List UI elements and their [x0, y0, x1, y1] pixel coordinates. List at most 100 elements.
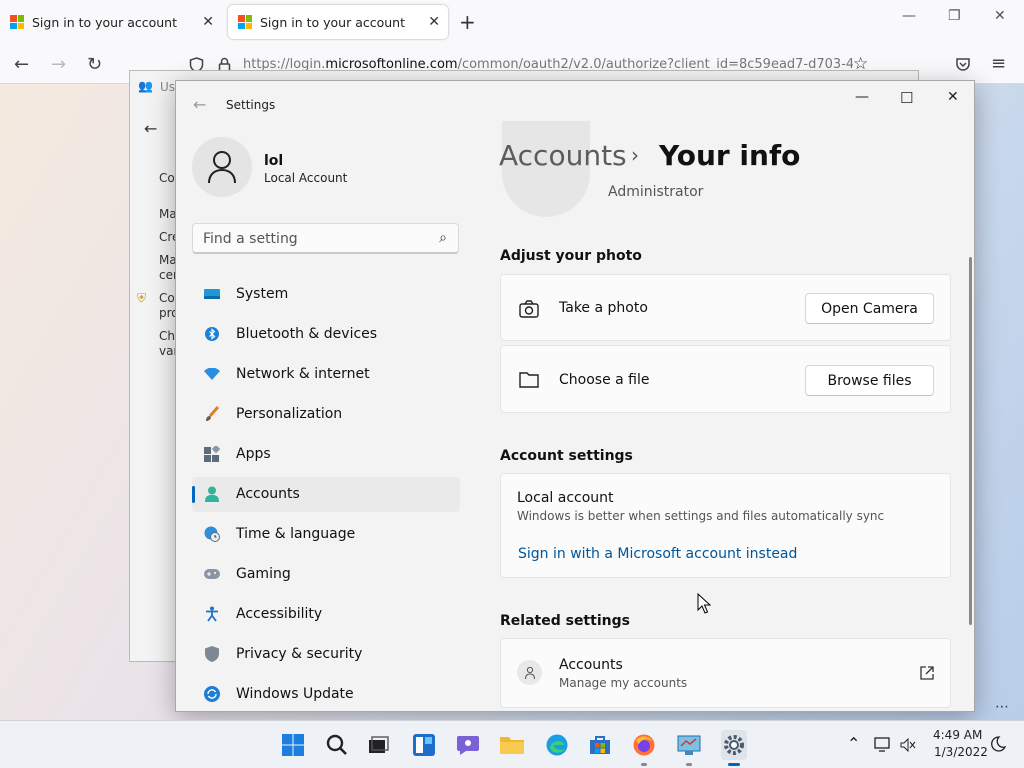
more-options-icon[interactable]: ⋯: [995, 699, 1009, 715]
bg-item[interactable]: Co pro: [159, 291, 179, 321]
close-window-icon[interactable]: ✕: [994, 8, 1006, 24]
close-tab-icon[interactable]: ✕: [428, 14, 440, 30]
uac-shield-icon: ⛨: [137, 291, 147, 305]
search-icon[interactable]: [325, 733, 349, 757]
apps-icon: [204, 446, 220, 462]
close-tab-icon[interactable]: ✕: [202, 14, 214, 30]
avatar: [192, 137, 252, 197]
browser-tab-1[interactable]: Sign in to your account ✕: [0, 5, 222, 39]
sidebar-item-label: System: [236, 286, 289, 302]
chevron-up-icon[interactable]: ⌃: [847, 734, 860, 753]
sidebar-item-label: Bluetooth & devices: [236, 326, 378, 342]
sidebar-item-bluetooth[interactable]: Bluetooth & devices: [192, 317, 460, 352]
sidebar-item-label: Apps: [236, 446, 271, 462]
sidebar-item-privacy[interactable]: Privacy & security: [192, 637, 460, 672]
sidebar-item-apps[interactable]: Apps: [192, 437, 460, 472]
back-arrow-icon[interactable]: ←: [193, 95, 206, 114]
local-account-label: Local account: [517, 490, 614, 506]
sidebar-item-label: Windows Update: [236, 686, 354, 702]
sidebar-item-network[interactable]: Network & internet: [192, 357, 460, 392]
sidebar-item-accessibility[interactable]: Accessibility: [192, 597, 460, 632]
browse-files-button[interactable]: Browse files: [805, 365, 934, 396]
edge-icon[interactable]: [545, 733, 569, 757]
choose-file-label: Choose a file: [559, 372, 650, 388]
firefox-icon[interactable]: [632, 733, 656, 766]
person-icon: [204, 486, 220, 502]
chat-icon[interactable]: [456, 733, 480, 757]
related-accounts-sub: Manage my accounts: [559, 676, 688, 690]
minimize-icon[interactable]: —: [902, 8, 916, 24]
notifications-icon[interactable]: [990, 736, 1006, 753]
update-icon: [204, 686, 220, 702]
control-panel-icon[interactable]: [677, 733, 701, 766]
menu-icon[interactable]: ≡: [991, 53, 1006, 74]
volume-muted-icon[interactable]: [900, 738, 916, 752]
restore-icon[interactable]: ❐: [948, 8, 961, 24]
take-photo-label: Take a photo: [559, 300, 648, 316]
user-name: lol: [264, 153, 284, 169]
user-account-type: Local Account: [264, 171, 348, 185]
sidebar-item-gaming[interactable]: Gaming: [192, 557, 460, 592]
related-accounts-label: Accounts: [559, 657, 623, 673]
mouse-cursor-icon: [697, 593, 711, 614]
bg-item[interactable]: Ma cen: [159, 253, 181, 283]
local-account-card: Local account Windows is better when set…: [500, 473, 951, 578]
minimize-icon[interactable]: —: [855, 89, 869, 105]
person-icon: [517, 660, 542, 685]
tab-title: Sign in to your account: [32, 14, 178, 30]
wifi-icon: [204, 366, 220, 382]
breadcrumb-parent[interactable]: Accounts: [499, 139, 627, 172]
window-title: Settings: [226, 98, 276, 112]
camera-icon: [519, 300, 539, 318]
microsoft-logo-icon: [10, 15, 24, 29]
browser-tab-2[interactable]: Sign in to your account ✕: [228, 5, 448, 39]
background-window-icon: 👥: [138, 79, 153, 93]
reload-icon[interactable]: ↻: [87, 54, 102, 75]
start-icon[interactable]: [281, 733, 305, 757]
forward-arrow-icon[interactable]: →: [51, 54, 66, 75]
new-tab-icon[interactable]: +: [459, 10, 476, 34]
sidebar-item-windows-update[interactable]: Windows Update: [192, 677, 460, 712]
display-icon[interactable]: [874, 737, 892, 752]
search-placeholder: Find a setting: [203, 231, 298, 247]
close-window-icon[interactable]: ✕: [947, 89, 959, 105]
shield-icon: [204, 646, 220, 662]
section-heading-account-settings: Account settings: [500, 448, 633, 464]
file-explorer-icon[interactable]: [500, 733, 524, 757]
store-icon[interactable]: [588, 733, 612, 757]
maximize-icon[interactable]: ☐: [900, 89, 913, 107]
sidebar-item-label: Gaming: [236, 566, 291, 582]
sidebar-item-time-language[interactable]: Time & language: [192, 517, 460, 552]
clock-date[interactable]: 1/3/2022: [934, 745, 988, 759]
back-arrow-icon[interactable]: ←: [14, 54, 29, 75]
bg-item[interactable]: Ch var: [159, 329, 178, 359]
open-camera-button[interactable]: Open Camera: [805, 293, 934, 324]
sidebar-item-label: Privacy & security: [236, 646, 363, 662]
sidebar-item-label: Time & language: [236, 526, 356, 542]
tab-title: Sign in to your account: [260, 14, 406, 30]
pocket-icon[interactable]: [955, 57, 971, 72]
related-accounts-card[interactable]: Accounts Manage my accounts: [500, 638, 951, 708]
widgets-icon[interactable]: [412, 733, 436, 757]
selection-indicator: [192, 486, 195, 503]
microsoft-account-link[interactable]: Sign in with a Microsoft account instead: [518, 546, 797, 562]
choose-file-card: Choose a file Browse files: [500, 345, 951, 413]
gamepad-icon: [204, 566, 220, 582]
microsoft-logo-icon: [238, 15, 252, 29]
account-role: Administrator: [608, 184, 704, 200]
search-input[interactable]: Find a setting ⌕: [192, 223, 459, 254]
task-view-icon[interactable]: [366, 733, 390, 757]
accessibility-icon: [204, 606, 220, 622]
settings-app-icon[interactable]: [721, 730, 747, 766]
bg-item[interactable]: Co: [159, 171, 175, 185]
scrollbar[interactable]: [969, 257, 972, 625]
sidebar-item-system[interactable]: System: [192, 277, 460, 312]
sidebar-item-accounts[interactable]: Accounts: [192, 477, 460, 512]
clock-time[interactable]: 4:49 AM: [933, 728, 982, 742]
globe-clock-icon: [204, 526, 220, 542]
back-arrow-icon[interactable]: ←: [144, 119, 157, 138]
section-heading-related: Related settings: [500, 613, 630, 629]
sidebar-item-personalization[interactable]: Personalization: [192, 397, 460, 432]
page-title: Your info: [659, 139, 801, 172]
active-indicator: [728, 763, 740, 766]
